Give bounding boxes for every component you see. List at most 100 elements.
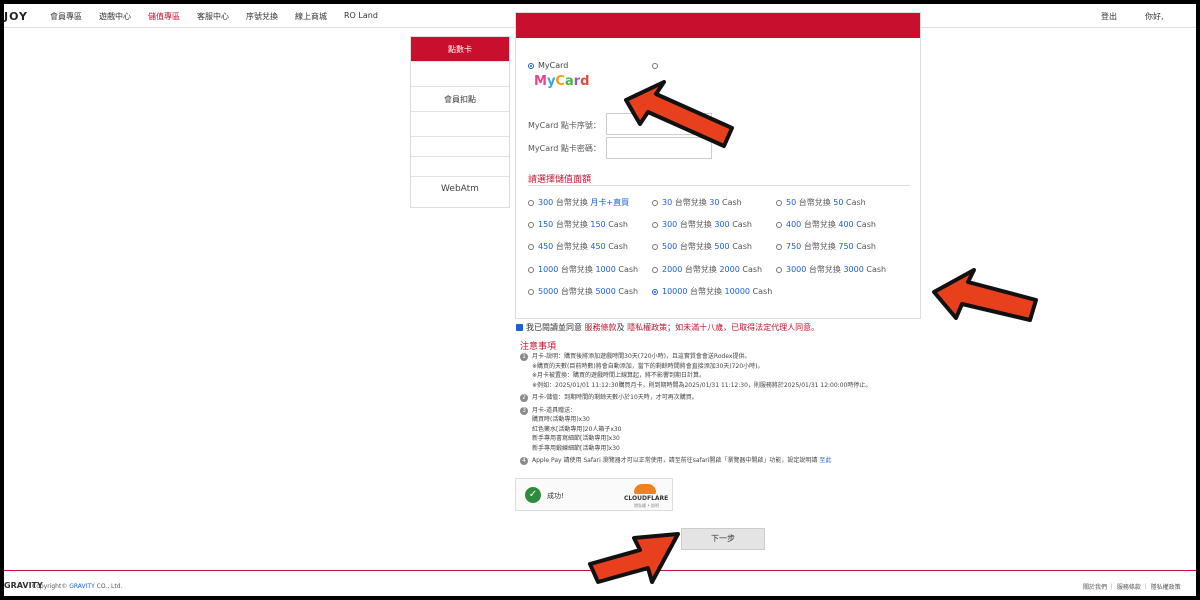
- amount-option[interactable]: 450 台幣兌換 450 Cash: [528, 241, 628, 252]
- nav-item-shop[interactable]: 線上商城: [295, 11, 327, 22]
- note-line: 月卡-道具贈送：: [532, 406, 577, 414]
- amount-radio[interactable]: [528, 243, 534, 250]
- nav-item-games[interactable]: 遊戲中心: [99, 11, 131, 22]
- amount-mid: 台幣兌換: [553, 198, 591, 207]
- amount-cash: 300: [714, 220, 730, 229]
- amount-option[interactable]: 10000 台幣兌換 10000 Cash: [652, 286, 772, 297]
- nav-item-topup[interactable]: 儲值專區: [148, 11, 180, 22]
- sidebar-item-blank-1[interactable]: [411, 62, 509, 87]
- serial-label: MyCard 點卡序號：: [528, 121, 601, 130]
- apple-pay-help-link[interactable]: 至此: [819, 457, 831, 464]
- amount-radio[interactable]: [652, 243, 658, 250]
- site-logo[interactable]: JOY: [4, 10, 28, 23]
- amount-cash: 500: [714, 242, 730, 251]
- sidebar-item-blank-3[interactable]: [411, 137, 509, 157]
- sidebar-item-member-deduct[interactable]: 會員扣點: [411, 87, 509, 112]
- amount-mid: 台幣兌換: [682, 265, 720, 274]
- radio-other[interactable]: [652, 62, 658, 69]
- amount-cash: 10000: [724, 287, 750, 296]
- page: JOY 會員專區 遊戲中心 儲值專區 客服中心 序號兌換 線上商城 RO Lan…: [4, 4, 1196, 596]
- amount-radio[interactable]: [776, 221, 782, 228]
- note-item: 2 月卡-儲值：到期時間的剩餘天數小於10天時，才可再次購買。: [520, 393, 920, 403]
- amount-mid: 台幣兌換: [801, 220, 839, 229]
- amount-radio[interactable]: [776, 243, 782, 250]
- amount-option[interactable]: 50 台幣兌換 50 Cash: [776, 197, 866, 208]
- nav-item-support[interactable]: 客服中心: [197, 11, 229, 22]
- amount-suffix: Cash: [739, 265, 763, 274]
- amount-option[interactable]: 1000 台幣兌換 1000 Cash: [528, 264, 638, 275]
- amount-twd: 500: [662, 242, 678, 251]
- captcha-links[interactable]: 隱私權 • 說明: [634, 503, 659, 509]
- nav-item-serial[interactable]: 序號兌換: [246, 11, 278, 22]
- cloudflare-cloud-icon: [634, 484, 656, 494]
- amount-option[interactable]: 400 台幣兌換 400 Cash: [776, 219, 876, 230]
- amount-cash: 5000: [595, 287, 616, 296]
- footer-links[interactable]: 關於我們 ｜ 服務條款 ｜ 隱私權政策: [1083, 582, 1181, 591]
- amount-option[interactable]: 300 台幣兌換 月卡+直買: [528, 197, 629, 208]
- nav-item-roland[interactable]: RO Land: [344, 11, 378, 22]
- privacy-link[interactable]: 隱私權政策: [627, 323, 667, 332]
- amount-mid: 台幣兌換: [677, 242, 715, 251]
- sidebar-item-pointcard[interactable]: 點數卡: [411, 37, 509, 62]
- amount-cash: 2000: [719, 265, 740, 274]
- amount-radio[interactable]: [528, 221, 534, 228]
- note-line: 紅色藥水[活動專用]20人箱子x30: [532, 425, 622, 433]
- cloudflare-brand: CLOUDFLARE: [624, 495, 669, 502]
- terms-link[interactable]: 服務條款: [585, 323, 617, 332]
- mycard-logo: MyCard: [534, 74, 590, 89]
- logout-link[interactable]: 登出: [1101, 11, 1117, 22]
- amount-radio[interactable]: [652, 266, 658, 273]
- amount-option[interactable]: 3000 台幣兌換 3000 Cash: [776, 264, 886, 275]
- amount-twd: 150: [538, 220, 554, 229]
- note-line: 新手專用鍛練細節[活動專用]x30: [532, 444, 620, 452]
- amount-suffix: Cash: [719, 198, 742, 207]
- amount-option[interactable]: 150 台幣兌換 150 Cash: [528, 219, 628, 230]
- copyright-brand[interactable]: GRAVITY: [69, 583, 95, 590]
- amount-radio[interactable]: [776, 199, 782, 206]
- amount-radio[interactable]: [528, 288, 534, 295]
- amount-radio[interactable]: [528, 199, 534, 206]
- copyright-suffix: CO., Ltd.: [94, 583, 123, 590]
- amount-suffix: Cash: [615, 287, 639, 296]
- method-other-radio[interactable]: [652, 61, 662, 70]
- amount-option[interactable]: 2000 台幣兌換 2000 Cash: [652, 264, 762, 275]
- amount-suffix: Cash: [863, 265, 887, 274]
- amount-option[interactable]: 300 台幣兌換 300 Cash: [652, 219, 752, 230]
- amount-option[interactable]: 750 台幣兌換 750 Cash: [776, 241, 876, 252]
- success-check-icon: ✓: [525, 487, 541, 503]
- captcha-widget[interactable]: ✓ 成功! CLOUDFLARE 隱私權 • 說明: [515, 478, 673, 511]
- note-number: 4: [520, 457, 528, 465]
- next-button[interactable]: 下一步: [681, 528, 765, 550]
- amount-twd: 50: [786, 198, 797, 207]
- amount-radio[interactable]: [652, 288, 658, 295]
- copyright-prefix: Copyright©: [32, 583, 70, 590]
- amount-mid: 台幣兌換: [558, 265, 596, 274]
- method-mycard-radio[interactable]: MyCard: [528, 61, 568, 70]
- note-line: 購買時(活動專用)x30: [532, 416, 590, 423]
- amount-radio[interactable]: [776, 266, 782, 273]
- amount-radio[interactable]: [652, 199, 658, 206]
- section-divider: [528, 185, 910, 186]
- amount-cash: 30: [709, 198, 720, 207]
- amount-mid: 台幣兌換: [677, 220, 715, 229]
- radio-mycard[interactable]: [528, 62, 534, 69]
- note-line: ※月卡被置換：購買的遊戲時間上線算起，將不影響到期日計算。: [532, 372, 706, 379]
- amount-option[interactable]: 5000 台幣兌換 5000 Cash: [528, 286, 638, 297]
- nav-item-member[interactable]: 會員專區: [50, 11, 82, 22]
- amount-suffix: Cash: [605, 242, 628, 251]
- arrow-annotation-icon: [624, 80, 734, 148]
- agree-suffix: ；如未滿十八歲，已取得法定代理人同意。: [667, 323, 820, 332]
- sidebar-item-blank-2[interactable]: [411, 112, 509, 137]
- amount-radio[interactable]: [652, 221, 658, 228]
- note-line: 新手專用書寫細節[活動專用]x30: [532, 435, 620, 442]
- sidebar-item-blank-4[interactable]: [411, 157, 509, 177]
- amount-option[interactable]: 500 台幣兌換 500 Cash: [652, 241, 752, 252]
- amount-option[interactable]: 30 台幣兌換 30 Cash: [652, 197, 742, 208]
- amount-twd: 10000: [662, 287, 688, 296]
- note-item: 4 Apple Pay 請使用 Safari 瀏覽器才可以正常使用，請至前往sa…: [520, 456, 920, 466]
- agree-and: 及: [616, 323, 625, 332]
- amount-radio[interactable]: [528, 266, 534, 273]
- sidebar-item-webatm[interactable]: WebAtm: [411, 177, 509, 202]
- amount-mid: 台幣兌換: [558, 287, 596, 296]
- agree-checkbox[interactable]: [516, 324, 523, 331]
